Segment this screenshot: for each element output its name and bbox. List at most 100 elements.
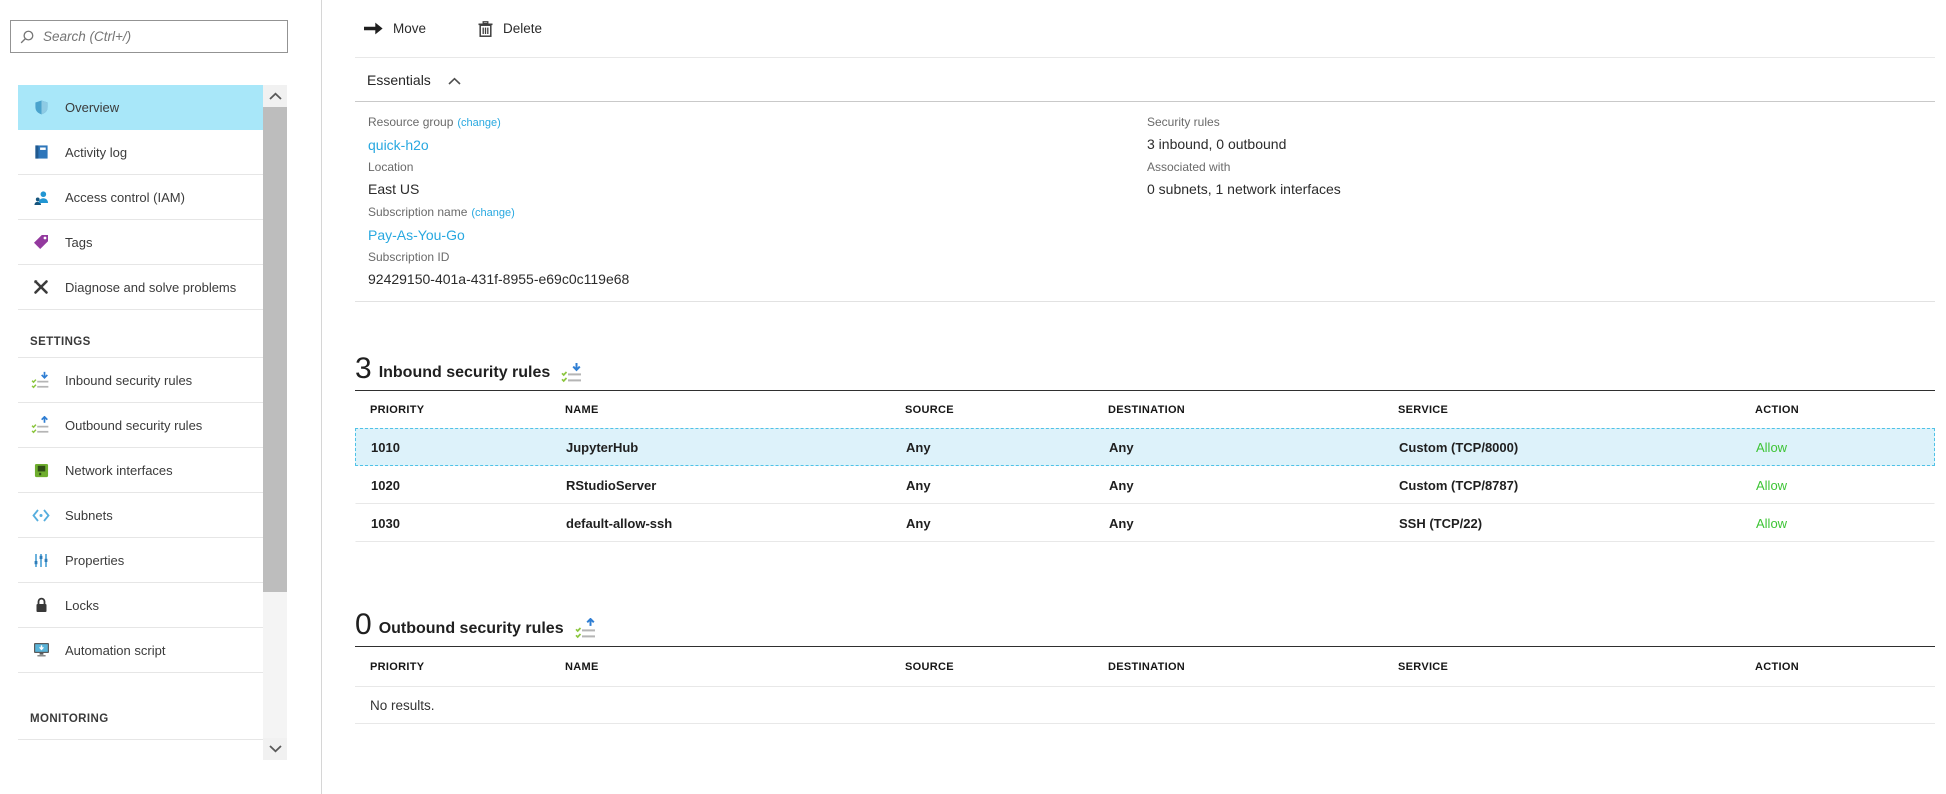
change-link[interactable]: (change) — [471, 207, 514, 219]
inbound-rules-icon — [561, 362, 585, 384]
sidebar-item-properties[interactable]: Properties — [18, 538, 263, 583]
network-card-icon — [30, 461, 52, 479]
cell-destination: Any — [1109, 440, 1399, 455]
subnets-icon — [30, 506, 52, 524]
move-button[interactable]: Move — [364, 21, 426, 36]
table-row[interactable]: 1010 JupyterHub Any Any Custom (TCP/8000… — [355, 428, 1935, 466]
lock-icon — [30, 596, 52, 614]
cell-destination: Any — [1109, 516, 1399, 531]
essentials-field: Subscription name (change) Pay-As-You-Go — [368, 202, 629, 247]
sidebar-item-label: Activity log — [65, 145, 127, 160]
outbound-rules-icon — [575, 618, 599, 640]
inbound-rules-section: 3 Inbound security rules PRIORITYNAMESOU… — [355, 354, 1935, 542]
inbound-rules-heading: 3 Inbound security rules — [355, 354, 1935, 391]
column-header: SOURCE — [905, 661, 1108, 673]
change-link[interactable]: (change) — [457, 117, 500, 129]
cell-source: Any — [906, 440, 1109, 455]
sidebar-item-outbound-security-rules[interactable]: Outbound security rules — [18, 403, 263, 448]
essentials-field: Location East US — [368, 157, 629, 202]
field-value: 92429150-401a-431f-8955-e69c0c119e68 — [368, 267, 629, 291]
move-button-label: Move — [393, 21, 426, 36]
column-header: PRIORITY — [370, 661, 565, 673]
essentials-header: Essentials — [355, 58, 1935, 102]
inbound-table-header: PRIORITYNAMESOURCEDESTINATIONSERVICEACTI… — [355, 391, 1935, 428]
collapse-chevron-up-icon[interactable] — [448, 77, 461, 85]
cell-name: default-allow-ssh — [566, 516, 906, 531]
sidebar-item-label: Locks — [65, 598, 99, 613]
sidebar-section-monitoring: MONITORING — [18, 673, 263, 740]
sliders-icon — [30, 551, 52, 569]
sidebar-item-subnets[interactable]: Subnets — [18, 493, 263, 538]
sidebar-section-settings: SETTINGS — [18, 310, 263, 358]
search-input[interactable] — [43, 29, 278, 44]
sidebar: Overview Activity log Access control (IA… — [0, 0, 322, 794]
book-icon — [30, 143, 52, 161]
sidebar-item-label: Inbound security rules — [65, 373, 192, 388]
cell-service: Custom (TCP/8000) — [1399, 440, 1756, 455]
tools-icon — [30, 278, 52, 296]
cell-name: JupyterHub — [566, 440, 906, 455]
sidebar-item-diagnose-and-solve-problems[interactable]: Diagnose and solve problems — [18, 265, 263, 310]
sidebar-item-label: Properties — [65, 553, 124, 568]
column-header: DESTINATION — [1108, 661, 1398, 673]
command-bar: Move Delete — [355, 0, 1935, 58]
scroll-up-button[interactable] — [263, 85, 287, 107]
sidebar-search — [10, 20, 288, 53]
table-row[interactable]: 1020 RStudioServer Any Any Custom (TCP/8… — [355, 466, 1935, 504]
outbound-rules-heading: 0 Outbound security rules — [355, 610, 1935, 647]
outbound-rules-count: 0 — [355, 610, 372, 640]
trash-icon — [478, 21, 493, 37]
automation-script-icon — [30, 641, 52, 659]
table-row[interactable]: 1030 default-allow-ssh Any Any SSH (TCP/… — [355, 504, 1935, 542]
field-label: Location — [368, 160, 413, 174]
column-header: SOURCE — [905, 404, 1108, 416]
sidebar-item-tags[interactable]: Tags — [18, 220, 263, 265]
sidebar-item-label: Automation script — [65, 643, 165, 658]
cell-priority: 1030 — [371, 516, 566, 531]
cell-service: Custom (TCP/8787) — [1399, 478, 1756, 493]
sidebar-scrollbar[interactable] — [263, 85, 287, 760]
scroll-down-button[interactable] — [263, 738, 287, 760]
sidebar-item-label: Access control (IAM) — [65, 190, 185, 205]
field-value: Pay-As-You-Go — [368, 223, 629, 247]
field-value: 3 inbound, 0 outbound — [1147, 132, 1341, 156]
chevron-down-icon — [269, 745, 282, 753]
chevron-up-icon — [269, 92, 282, 100]
field-value: quick-h2o — [368, 133, 629, 157]
sidebar-item-network-interfaces[interactable]: Network interfaces — [18, 448, 263, 493]
cell-destination: Any — [1109, 478, 1399, 493]
sidebar-item-overview[interactable]: Overview — [18, 85, 263, 130]
search-icon — [20, 29, 35, 44]
field-value: 0 subnets, 1 network interfaces — [1147, 177, 1341, 201]
sidebar-item-access-control-iam-[interactable]: Access control (IAM) — [18, 175, 263, 220]
cell-service: SSH (TCP/22) — [1399, 516, 1756, 531]
outbound-rules-icon — [30, 416, 52, 434]
cell-priority: 1010 — [371, 440, 566, 455]
essentials-field: Security rules 3 inbound, 0 outbound — [1147, 112, 1341, 157]
sidebar-item-automation-script[interactable]: Automation script — [18, 628, 263, 673]
delete-button[interactable]: Delete — [478, 21, 542, 37]
column-header: DESTINATION — [1108, 404, 1398, 416]
field-label: Subscription name — [368, 205, 467, 219]
column-header: NAME — [565, 404, 905, 416]
sidebar-item-locks[interactable]: Locks — [18, 583, 263, 628]
sidebar-item-label: Tags — [65, 235, 92, 250]
sidebar-item-inbound-security-rules[interactable]: Inbound security rules — [18, 358, 263, 403]
outbound-rules-section: 0 Outbound security rules PRIORITYNAMESO… — [355, 610, 1935, 724]
sidebar-item-activity-log[interactable]: Activity log — [18, 130, 263, 175]
cell-source: Any — [906, 478, 1109, 493]
cell-source: Any — [906, 516, 1109, 531]
scrollbar-thumb[interactable] — [263, 107, 287, 592]
azure-nsg-overview-page: Overview Activity log Access control (IA… — [0, 0, 1946, 794]
column-header: PRIORITY — [370, 404, 565, 416]
empty-state-text: No results. — [355, 687, 1935, 724]
move-arrow-icon — [364, 22, 383, 35]
inbound-rules-icon — [30, 371, 52, 389]
column-header: ACTION — [1755, 661, 1935, 673]
essentials-panel: Resource group(change) quick-h2o Locatio… — [355, 102, 1935, 302]
sidebar-item-label: Outbound security rules — [65, 418, 202, 433]
sidebar-item-label: Overview — [65, 100, 119, 115]
essentials-field: Resource group(change) quick-h2o — [368, 112, 629, 157]
column-header: ACTION — [1755, 404, 1935, 416]
outbound-rules-title: Outbound security rules — [379, 620, 564, 640]
